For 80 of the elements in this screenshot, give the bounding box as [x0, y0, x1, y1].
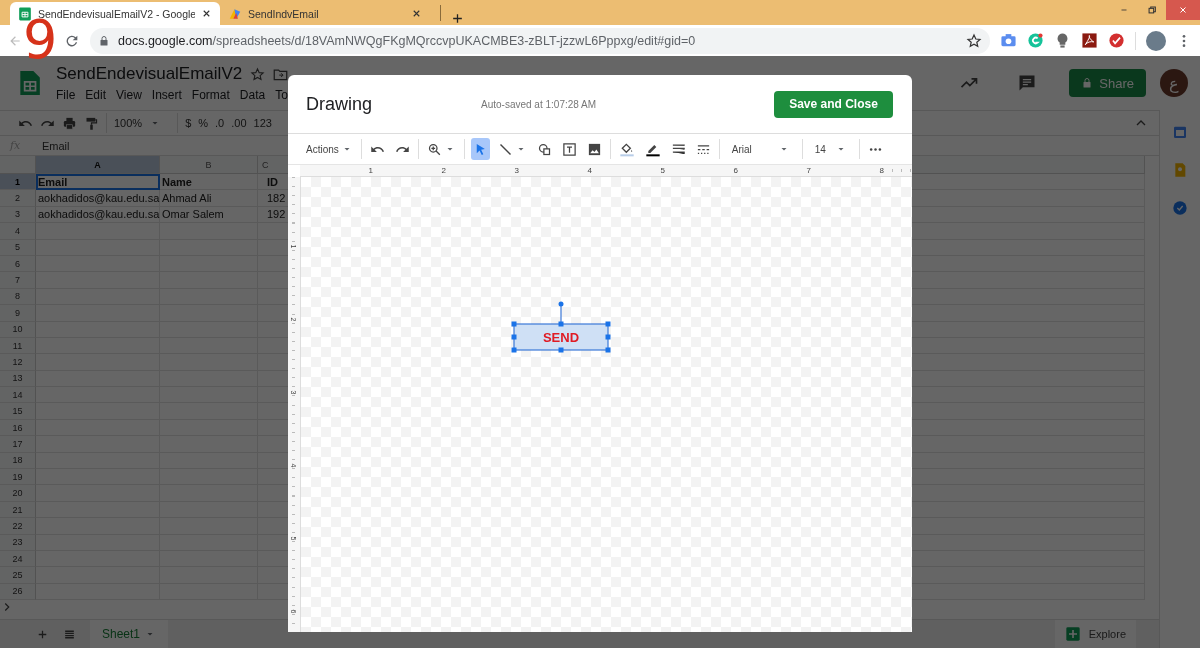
- dialog-title: Drawing: [306, 93, 374, 115]
- row-header[interactable]: 2: [0, 190, 36, 207]
- line-icon[interactable]: [497, 141, 513, 157]
- font-dropdown[interactable]: 14: [808, 138, 853, 160]
- close-icon[interactable]: [411, 8, 422, 19]
- document-title[interactable]: SendEndevisualEmailV2: [56, 64, 243, 84]
- row-header[interactable]: 25: [0, 567, 36, 584]
- lock-icon: [1081, 77, 1094, 89]
- row-header[interactable]: 9: [0, 305, 36, 322]
- restore-icon: [1147, 5, 1157, 15]
- menu-item[interactable]: File: [56, 88, 76, 102]
- menu-item[interactable]: Format: [191, 88, 230, 102]
- percent-button[interactable]: %: [198, 117, 209, 129]
- row-header[interactable]: 22: [0, 518, 36, 535]
- menu-item[interactable]: Data: [239, 88, 266, 102]
- sheet-tab[interactable]: Sheet1: [90, 620, 169, 648]
- table-cell: aokhadidos@kau.edu.sa: [36, 206, 160, 224]
- zoom-dropdown[interactable]: 100%: [114, 117, 143, 129]
- row-header[interactable]: 7: [0, 272, 36, 289]
- profile-avatar[interactable]: [1146, 30, 1166, 51]
- address-bar[interactable]: docs.google.com/spreadsheets/d/18VAmNWQgFKgMQrccvpUKACMBE3-zBLT-jzzwL6Pppxg/edit#gid=0: [90, 27, 990, 54]
- currency-button[interactable]: $: [185, 117, 192, 129]
- font-dropdown[interactable]: Arial: [725, 138, 796, 160]
- pdf-icon[interactable]: [1081, 32, 1098, 49]
- folder-icon[interactable]: [273, 66, 289, 82]
- menu-item[interactable]: To: [275, 88, 288, 102]
- explore-icon: [1064, 626, 1081, 642]
- number-format-dropdown[interactable]: 123: [253, 117, 272, 129]
- menu-item[interactable]: Edit: [85, 88, 107, 102]
- camera-icon[interactable]: [1000, 32, 1017, 49]
- new-tab-icon[interactable]: [451, 12, 464, 25]
- image-icon[interactable]: [586, 141, 602, 157]
- star-icon[interactable]: [250, 66, 266, 82]
- row-header[interactable]: 4: [0, 223, 36, 240]
- table-cell: aokhadidos@kau.edu.sa: [36, 190, 160, 207]
- autosave-status: Auto-saved at 1:07:28 AM: [481, 98, 598, 110]
- line-weight-icon[interactable]: [670, 141, 686, 157]
- actions-menu[interactable]: Actions: [304, 138, 355, 160]
- row-header[interactable]: 1: [0, 174, 36, 191]
- save-and-close-button[interactable]: Save and Close: [774, 90, 893, 118]
- paint-bucket-icon[interactable]: [618, 141, 635, 157]
- check-badge-icon[interactable]: [1108, 32, 1125, 49]
- table-cell: Name: [160, 174, 258, 191]
- column-header[interactable]: A: [36, 156, 160, 174]
- shape-icon[interactable]: [536, 141, 552, 157]
- row-header[interactable]: 15: [0, 403, 36, 420]
- close-icon: [1178, 5, 1188, 15]
- row-header[interactable]: 20: [0, 485, 36, 502]
- account-avatar[interactable]: ع: [1160, 69, 1188, 97]
- share-button[interactable]: Share: [1069, 69, 1146, 97]
- decrease-decimal-button[interactable]: .0: [215, 117, 225, 129]
- horizontal-ruler: 1 2 3 4 5 6 7 8: [300, 165, 912, 177]
- row-header[interactable]: 12: [0, 354, 36, 371]
- row-header[interactable]: 19: [0, 469, 36, 486]
- menu-item[interactable]: Insert: [151, 88, 182, 102]
- browser-tab[interactable]: SendIndvEmail: [220, 2, 430, 25]
- tasks-icon[interactable]: [1172, 200, 1188, 216]
- table-cell: Ahmad Ali: [160, 190, 258, 207]
- row-header[interactable]: 14: [0, 387, 36, 404]
- close-icon[interactable]: [201, 8, 212, 19]
- calendar-icon[interactable]: [1172, 124, 1188, 140]
- zoom-icon[interactable]: [426, 141, 442, 157]
- column-header[interactable]: B: [160, 156, 258, 174]
- drawing-canvas[interactable]: SEND: [301, 177, 912, 632]
- print-icon[interactable]: [62, 115, 77, 131]
- menu-item[interactable]: View: [116, 88, 142, 102]
- table-cell: Email: [36, 174, 160, 191]
- grammar-icon[interactable]: [1027, 32, 1044, 49]
- script-favicon: [228, 6, 242, 21]
- table-cell: Omar Salem: [160, 206, 258, 224]
- increase-decimal-button[interactable]: .00: [231, 117, 247, 129]
- star-icon[interactable]: [966, 32, 982, 49]
- row-header[interactable]: 17: [0, 436, 36, 453]
- lock-icon: [98, 34, 110, 47]
- url-text: docs.google.com/spreadsheets/d/18VAmNWQgFKgMQrccvpUKACMBE3-zBLT-jzzwL6Pppxg/edit#gid=0: [118, 33, 696, 48]
- text-box-icon[interactable]: [561, 141, 577, 157]
- comment-icon[interactable]: [1017, 73, 1038, 93]
- explore-button[interactable]: Explore: [1054, 620, 1136, 648]
- formula-bar[interactable]: Email: [42, 139, 70, 152]
- paint-format-icon[interactable]: [84, 115, 99, 131]
